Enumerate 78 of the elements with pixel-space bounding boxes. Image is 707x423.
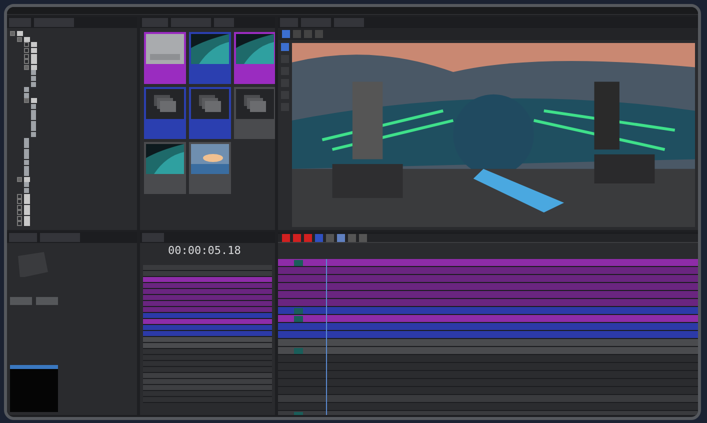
input-field[interactable] <box>36 296 58 305</box>
sequence-row[interactable] <box>143 343 272 349</box>
expand-toggle[interactable] <box>24 48 29 54</box>
expand-toggle[interactable] <box>17 216 22 221</box>
sequence-row[interactable] <box>143 283 272 289</box>
media-thumbnail[interactable] <box>189 87 231 139</box>
clip-thumbnail-icon <box>294 260 303 266</box>
sequence-row[interactable] <box>143 385 272 391</box>
timeline-track[interactable] <box>278 299 698 307</box>
media-thumbnail[interactable] <box>234 87 275 139</box>
layers-icon <box>146 89 184 119</box>
layers-icon <box>236 89 274 119</box>
timeline-track[interactable] <box>278 323 698 331</box>
timeline-track[interactable] <box>278 307 698 315</box>
timeline-track[interactable] <box>278 395 698 403</box>
media-thumbnail[interactable] <box>144 87 186 139</box>
input-field[interactable] <box>10 296 32 305</box>
media-thumbnail[interactable] <box>189 32 231 84</box>
timeline-track[interactable] <box>278 267 698 275</box>
expand-toggle[interactable] <box>10 31 15 36</box>
timeline-track[interactable] <box>278 347 698 355</box>
expand-toggle[interactable] <box>24 54 29 59</box>
panel-tab[interactable] <box>9 233 37 242</box>
sequence-row[interactable] <box>143 337 272 343</box>
expand-toggle[interactable] <box>17 210 22 216</box>
layers-icon <box>191 89 229 119</box>
sequence-row[interactable] <box>143 391 272 397</box>
sequence-row[interactable] <box>143 367 272 373</box>
panel-tab[interactable] <box>142 18 168 27</box>
expand-toggle[interactable] <box>24 59 29 64</box>
sequence-row[interactable] <box>143 307 272 313</box>
sequence-row[interactable] <box>143 319 272 325</box>
sequence-row[interactable] <box>143 295 272 301</box>
clip-thumbnail-icon <box>294 348 303 354</box>
sequence-row[interactable] <box>143 271 272 277</box>
expand-toggle[interactable] <box>17 36 22 42</box>
timeline-track[interactable] <box>278 315 698 323</box>
timeline-track[interactable] <box>278 283 698 291</box>
media-thumbnail[interactable] <box>189 142 231 194</box>
panel-tab[interactable] <box>214 18 234 27</box>
menu-bar[interactable] <box>7 7 698 15</box>
sequence-row[interactable] <box>143 301 272 307</box>
media-thumbnail[interactable] <box>144 32 186 84</box>
folder-icon <box>24 176 30 182</box>
timeline-track[interactable] <box>278 275 698 283</box>
panel-tab[interactable] <box>334 18 364 27</box>
expand-toggle[interactable] <box>24 98 29 104</box>
sequence-row[interactable] <box>143 277 272 283</box>
sequence-row[interactable] <box>143 265 272 271</box>
timecode-display: 00:00:05.18 <box>168 244 241 256</box>
timeline-track[interactable] <box>278 291 698 299</box>
sequence-row[interactable] <box>143 289 272 295</box>
expand-toggle[interactable] <box>24 42 29 48</box>
panel-tab[interactable] <box>301 18 331 27</box>
timeline-track[interactable] <box>278 259 698 267</box>
folder-icon <box>31 98 37 104</box>
list-field[interactable] <box>10 364 58 412</box>
media-thumbnail[interactable] <box>144 142 186 194</box>
panel-tab[interactable] <box>280 18 298 27</box>
expand-toggle[interactable] <box>17 176 22 182</box>
expand-toggle[interactable] <box>17 199 22 204</box>
expand-toggle[interactable] <box>17 221 22 226</box>
sequence-row[interactable] <box>143 379 272 385</box>
panel-tab[interactable] <box>34 18 74 27</box>
panel-tab[interactable] <box>40 233 80 242</box>
media-thumbnail[interactable] <box>234 32 275 84</box>
timeline-track[interactable] <box>278 331 698 339</box>
expand-toggle[interactable] <box>17 194 22 199</box>
panel-tab[interactable] <box>171 18 211 27</box>
expand-toggle[interactable] <box>24 64 29 70</box>
sequence-row[interactable] <box>143 349 272 355</box>
sequence-row[interactable] <box>143 313 272 319</box>
sequence-row[interactable] <box>143 373 272 379</box>
sequence-row[interactable] <box>143 325 272 331</box>
panel-tab[interactable] <box>142 233 164 242</box>
sequence-row[interactable] <box>143 331 272 337</box>
timeline-track[interactable] <box>278 339 698 347</box>
expand-toggle[interactable] <box>17 204 22 210</box>
